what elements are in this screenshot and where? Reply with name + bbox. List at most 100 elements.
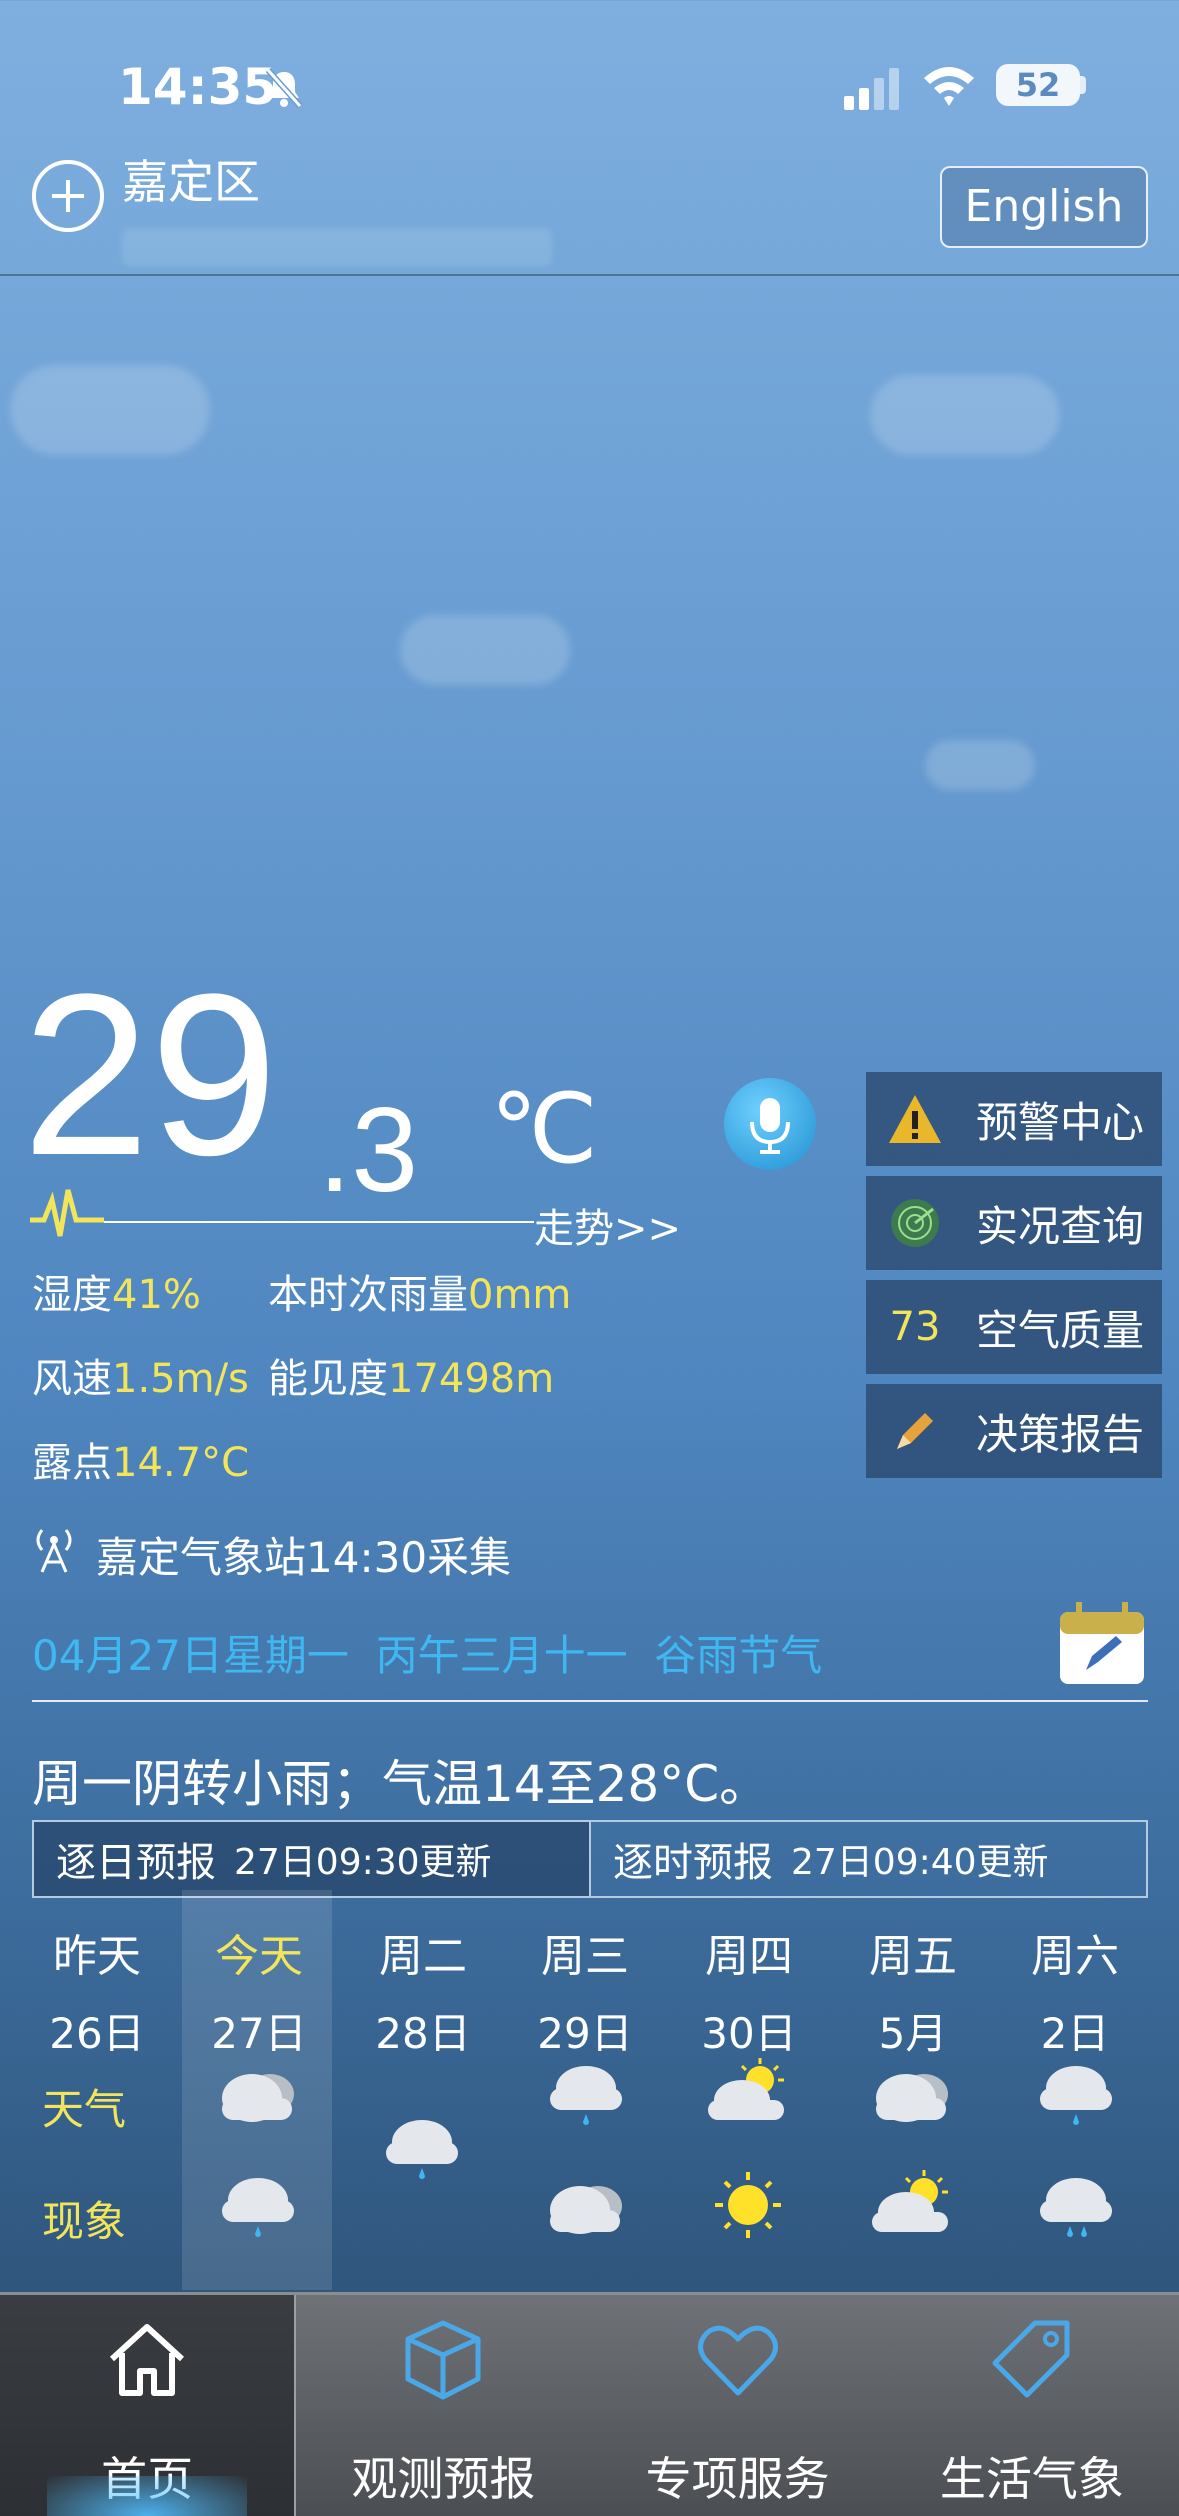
row-label-phenomenon: 现象 — [42, 2197, 127, 2246]
forecast-tabs: 逐日预报 27日09:30更新 逐时预报 27日09:40更新 — [32, 1820, 1148, 1898]
tag-icon — [992, 2320, 1070, 2398]
day-name-today: 今天 — [215, 1931, 303, 1982]
cloud-decoration — [400, 615, 570, 685]
nav-special[interactable]: 专项服务 — [591, 2295, 885, 2516]
day-date: 29日 — [537, 2009, 633, 2058]
day-name: 周二 — [379, 1931, 467, 1982]
calendar-icon[interactable] — [1058, 1600, 1146, 1686]
decision-report-button[interactable]: 决策报告 — [866, 1384, 1162, 1478]
day-name: 周五 — [869, 1931, 957, 1982]
decision-report-label: 决策报告 — [976, 1409, 1145, 1459]
english-button[interactable]: English — [940, 166, 1148, 248]
nav-home[interactable]: 首页 — [0, 2295, 297, 2516]
day-name: 周三 — [541, 1931, 629, 1982]
light-rain-icon — [222, 2178, 294, 2237]
day-date: 30日 — [701, 2009, 797, 2058]
visibility-label: 能见度 — [268, 1356, 388, 1402]
cloud-decoration — [870, 375, 1060, 455]
dew-label: 露点 — [32, 1440, 112, 1486]
nav-life[interactable]: 生活气象 — [885, 2295, 1179, 2516]
wind-stat: 风速1.5m/s — [32, 1346, 249, 1404]
trend-divider — [104, 1221, 534, 1223]
cube-icon — [405, 2320, 481, 2400]
dew-stat: 露点14.7°C — [32, 1430, 249, 1488]
cloudy-icon — [550, 2186, 622, 2234]
nav-observation-label: 观测预报 — [351, 2452, 536, 2506]
rain-stat: 本时次雨量0mm — [268, 1262, 571, 1320]
aqi-badge: 73 — [889, 1304, 941, 1350]
heart-icon — [697, 2325, 778, 2396]
day-date: 2日 — [1040, 2009, 1110, 2058]
nav-special-label: 专项服务 — [645, 2452, 830, 2506]
tab-hourly-label: 逐时预报 — [613, 1840, 773, 1886]
day-date: 28日 — [375, 2009, 471, 2058]
tab-daily-forecast[interactable]: 逐日预报 27日09:30更新 — [34, 1822, 589, 1896]
dew-value: 14.7°C — [112, 1440, 249, 1486]
sunny-icon — [715, 2172, 781, 2238]
row-label-weather: 天气 — [42, 2085, 127, 2134]
warning-center-label: 预警中心 — [976, 1097, 1145, 1147]
warning-icon — [880, 1072, 950, 1166]
visibility-stat: 能见度17498m — [268, 1346, 554, 1404]
humidity-label: 湿度 — [32, 1272, 112, 1318]
light-rain-icon — [1040, 2178, 1112, 2237]
antenna-icon — [36, 1529, 72, 1573]
nav-observation[interactable]: 观测预报 — [296, 2295, 590, 2516]
day-name: 周四 — [705, 1931, 793, 1982]
pulse-icon — [30, 1189, 104, 1237]
tab-hourly-updated: 27日09:40更新 — [791, 1842, 1049, 1883]
cloudy-icon — [222, 2074, 294, 2122]
humidity-stat: 湿度41% — [32, 1262, 201, 1320]
forecast-summary: 周一阴转小雨；气温14至28°C。 — [32, 1755, 770, 1813]
temperature-unit: ℃ — [490, 1076, 598, 1183]
air-quality-label: 空气质量 — [976, 1305, 1145, 1355]
day-date: 5月 — [878, 2009, 948, 2058]
light-rain-icon — [1040, 2066, 1112, 2125]
date-divider — [32, 1700, 1148, 1702]
wifi-icon — [924, 67, 974, 106]
light-rain-icon — [386, 2120, 458, 2179]
bell-muted-icon — [265, 68, 303, 108]
nav-home-label: 首页 — [101, 2452, 194, 2506]
humidity-value: 41% — [112, 1272, 201, 1318]
cloudy-icon — [876, 2074, 948, 2122]
radar-icon — [880, 1176, 950, 1270]
battery-indicator: 52 — [996, 64, 1080, 106]
day-date: 27日 — [211, 2009, 307, 2058]
add-location-icon[interactable] — [32, 160, 104, 232]
location-subtitle-blurred — [122, 228, 552, 266]
day-date: 26日 — [49, 2009, 145, 2058]
temperature-decimal: .3 — [318, 1083, 419, 1217]
date-line: 04月27日星期一 丙午三月十一 谷雨节气 — [32, 1631, 823, 1680]
microphone-icon — [750, 1098, 790, 1154]
temperature-integer: 29 — [22, 946, 278, 1203]
visibility-value: 17498m — [388, 1356, 555, 1402]
warning-center-button[interactable]: 预警中心 — [866, 1072, 1162, 1166]
station-info: 嘉定气象站14:30采集 — [96, 1533, 512, 1582]
live-query-label: 实况查询 — [976, 1201, 1145, 1251]
day-name: 昨天 — [53, 1931, 141, 1982]
nav-life-label: 生活气象 — [939, 2452, 1124, 2506]
cloud-decoration — [10, 365, 210, 455]
location-name[interactable]: 嘉定区 — [122, 146, 260, 212]
partly-sunny-icon — [872, 2170, 948, 2232]
cloud-decoration — [925, 740, 1035, 790]
pencil-icon — [880, 1384, 950, 1478]
home-icon — [110, 2324, 185, 2396]
day-name: 周六 — [1031, 1931, 1119, 1982]
tab-daily-updated: 27日09:30更新 — [234, 1842, 492, 1883]
partly-sunny-icon — [708, 2058, 784, 2120]
rain-value: 0mm — [468, 1272, 572, 1318]
live-query-button[interactable]: 实况查询 — [866, 1176, 1162, 1270]
wind-label: 风速 — [32, 1356, 112, 1402]
trend-link[interactable]: 走势>> — [534, 1196, 681, 1254]
tab-hourly-forecast[interactable]: 逐时预报 27日09:40更新 — [589, 1822, 1146, 1896]
signal-icon — [844, 68, 899, 110]
voice-button[interactable] — [724, 1078, 816, 1170]
status-time: 14:35 — [118, 58, 278, 116]
air-quality-button[interactable]: 73 空气质量 — [866, 1280, 1162, 1374]
tab-daily-label: 逐日预报 — [56, 1840, 216, 1886]
bottom-nav: 首页 观测预报 专项服务 生活气象 — [0, 2292, 1179, 2516]
header-divider — [0, 274, 1179, 276]
light-rain-icon — [550, 2066, 622, 2125]
